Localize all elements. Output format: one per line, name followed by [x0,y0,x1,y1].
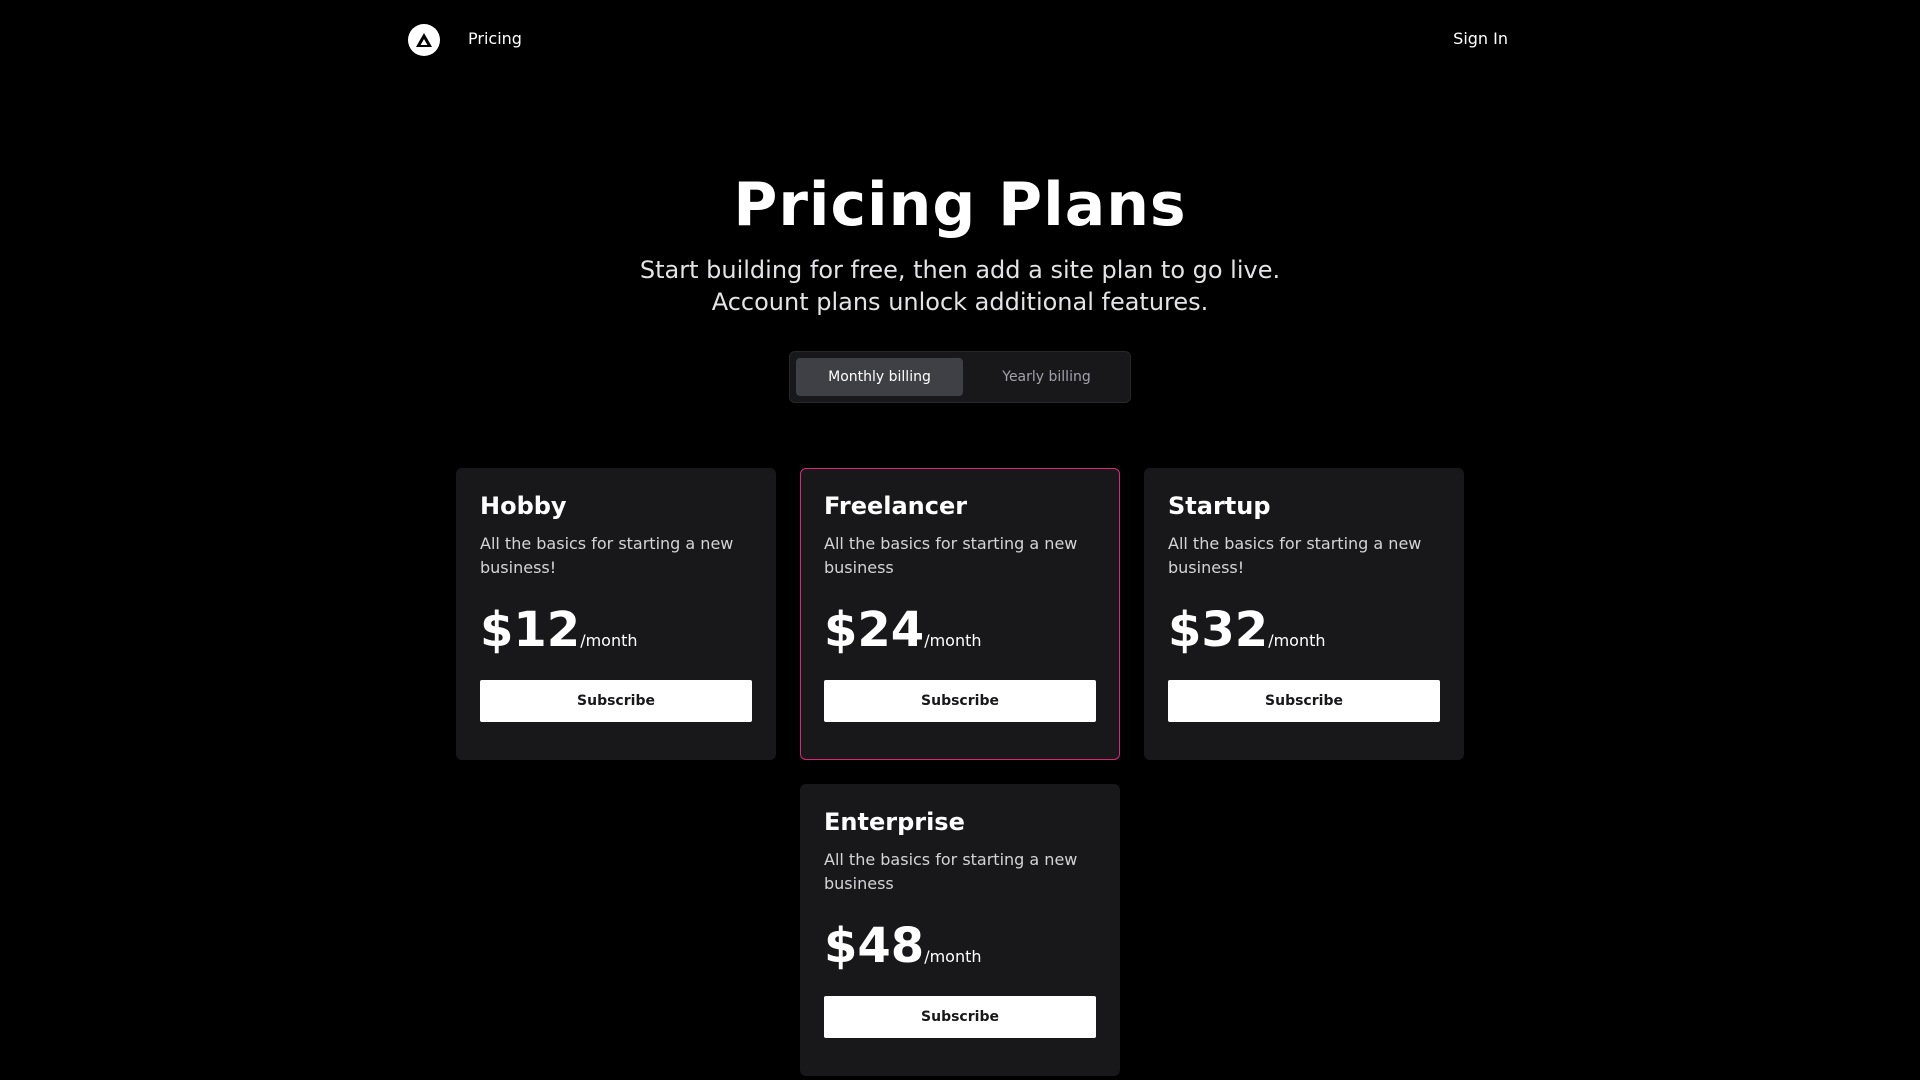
price-row: $24 /month [824,602,1096,658]
price-row: $12 /month [480,602,752,658]
plan-price: $24 [824,602,925,658]
price-row: $48 /month [824,918,1096,974]
logo[interactable] [408,24,440,56]
plan-description: All the basics for starting a new busine… [1168,534,1422,577]
plan-card-freelancer: Freelancer All the basics for starting a… [800,468,1120,760]
plan-card-hobby: Hobby All the basics for starting a new … [456,468,776,760]
page-subtitle: Start building for free, then add a site… [639,256,1281,316]
plan-name: Freelancer [824,492,968,520]
plan-card-startup: Startup All the basics for starting a ne… [1144,468,1464,760]
plan-price: $48 [824,918,925,974]
hero: Pricing Plans Start building for free, t… [0,160,1920,318]
plan-period: /month [580,631,638,650]
plan-name: Hobby [480,492,567,520]
plan-price: $32 [1168,602,1269,658]
billing-toggle: Monthly billing Yearly billing [789,351,1131,403]
plan-description: All the basics for starting a new busine… [824,534,1078,577]
page-title: Pricing Plans [733,170,1187,240]
sign-in-link[interactable]: Sign In [1453,29,1508,48]
plan-price: $12 [480,602,581,658]
plan-period: /month [1268,631,1326,650]
plan-period: /month [924,947,982,966]
plan-name: Enterprise [824,808,965,836]
plan-period: /month [924,631,982,650]
subscribe-button[interactable]: Subscribe [824,996,1096,1038]
price-row: $32 /month [1168,602,1440,658]
triangle-logo-icon [416,33,432,47]
plan-name: Startup [1168,492,1271,520]
plan-description: All the basics for starting a new busine… [824,850,1078,893]
yearly-billing-button[interactable]: Yearly billing [963,358,1130,396]
top-nav: Pricing Sign In [0,0,1920,80]
subscribe-button[interactable]: Subscribe [824,680,1096,722]
plan-description: All the basics for starting a new busine… [480,534,734,577]
nav-link-pricing[interactable]: Pricing [468,29,522,48]
subscribe-button[interactable]: Subscribe [1168,680,1440,722]
plan-card-enterprise: Enterprise All the basics for starting a… [800,784,1120,1076]
monthly-billing-button[interactable]: Monthly billing [796,358,963,396]
subscribe-button[interactable]: Subscribe [480,680,752,722]
